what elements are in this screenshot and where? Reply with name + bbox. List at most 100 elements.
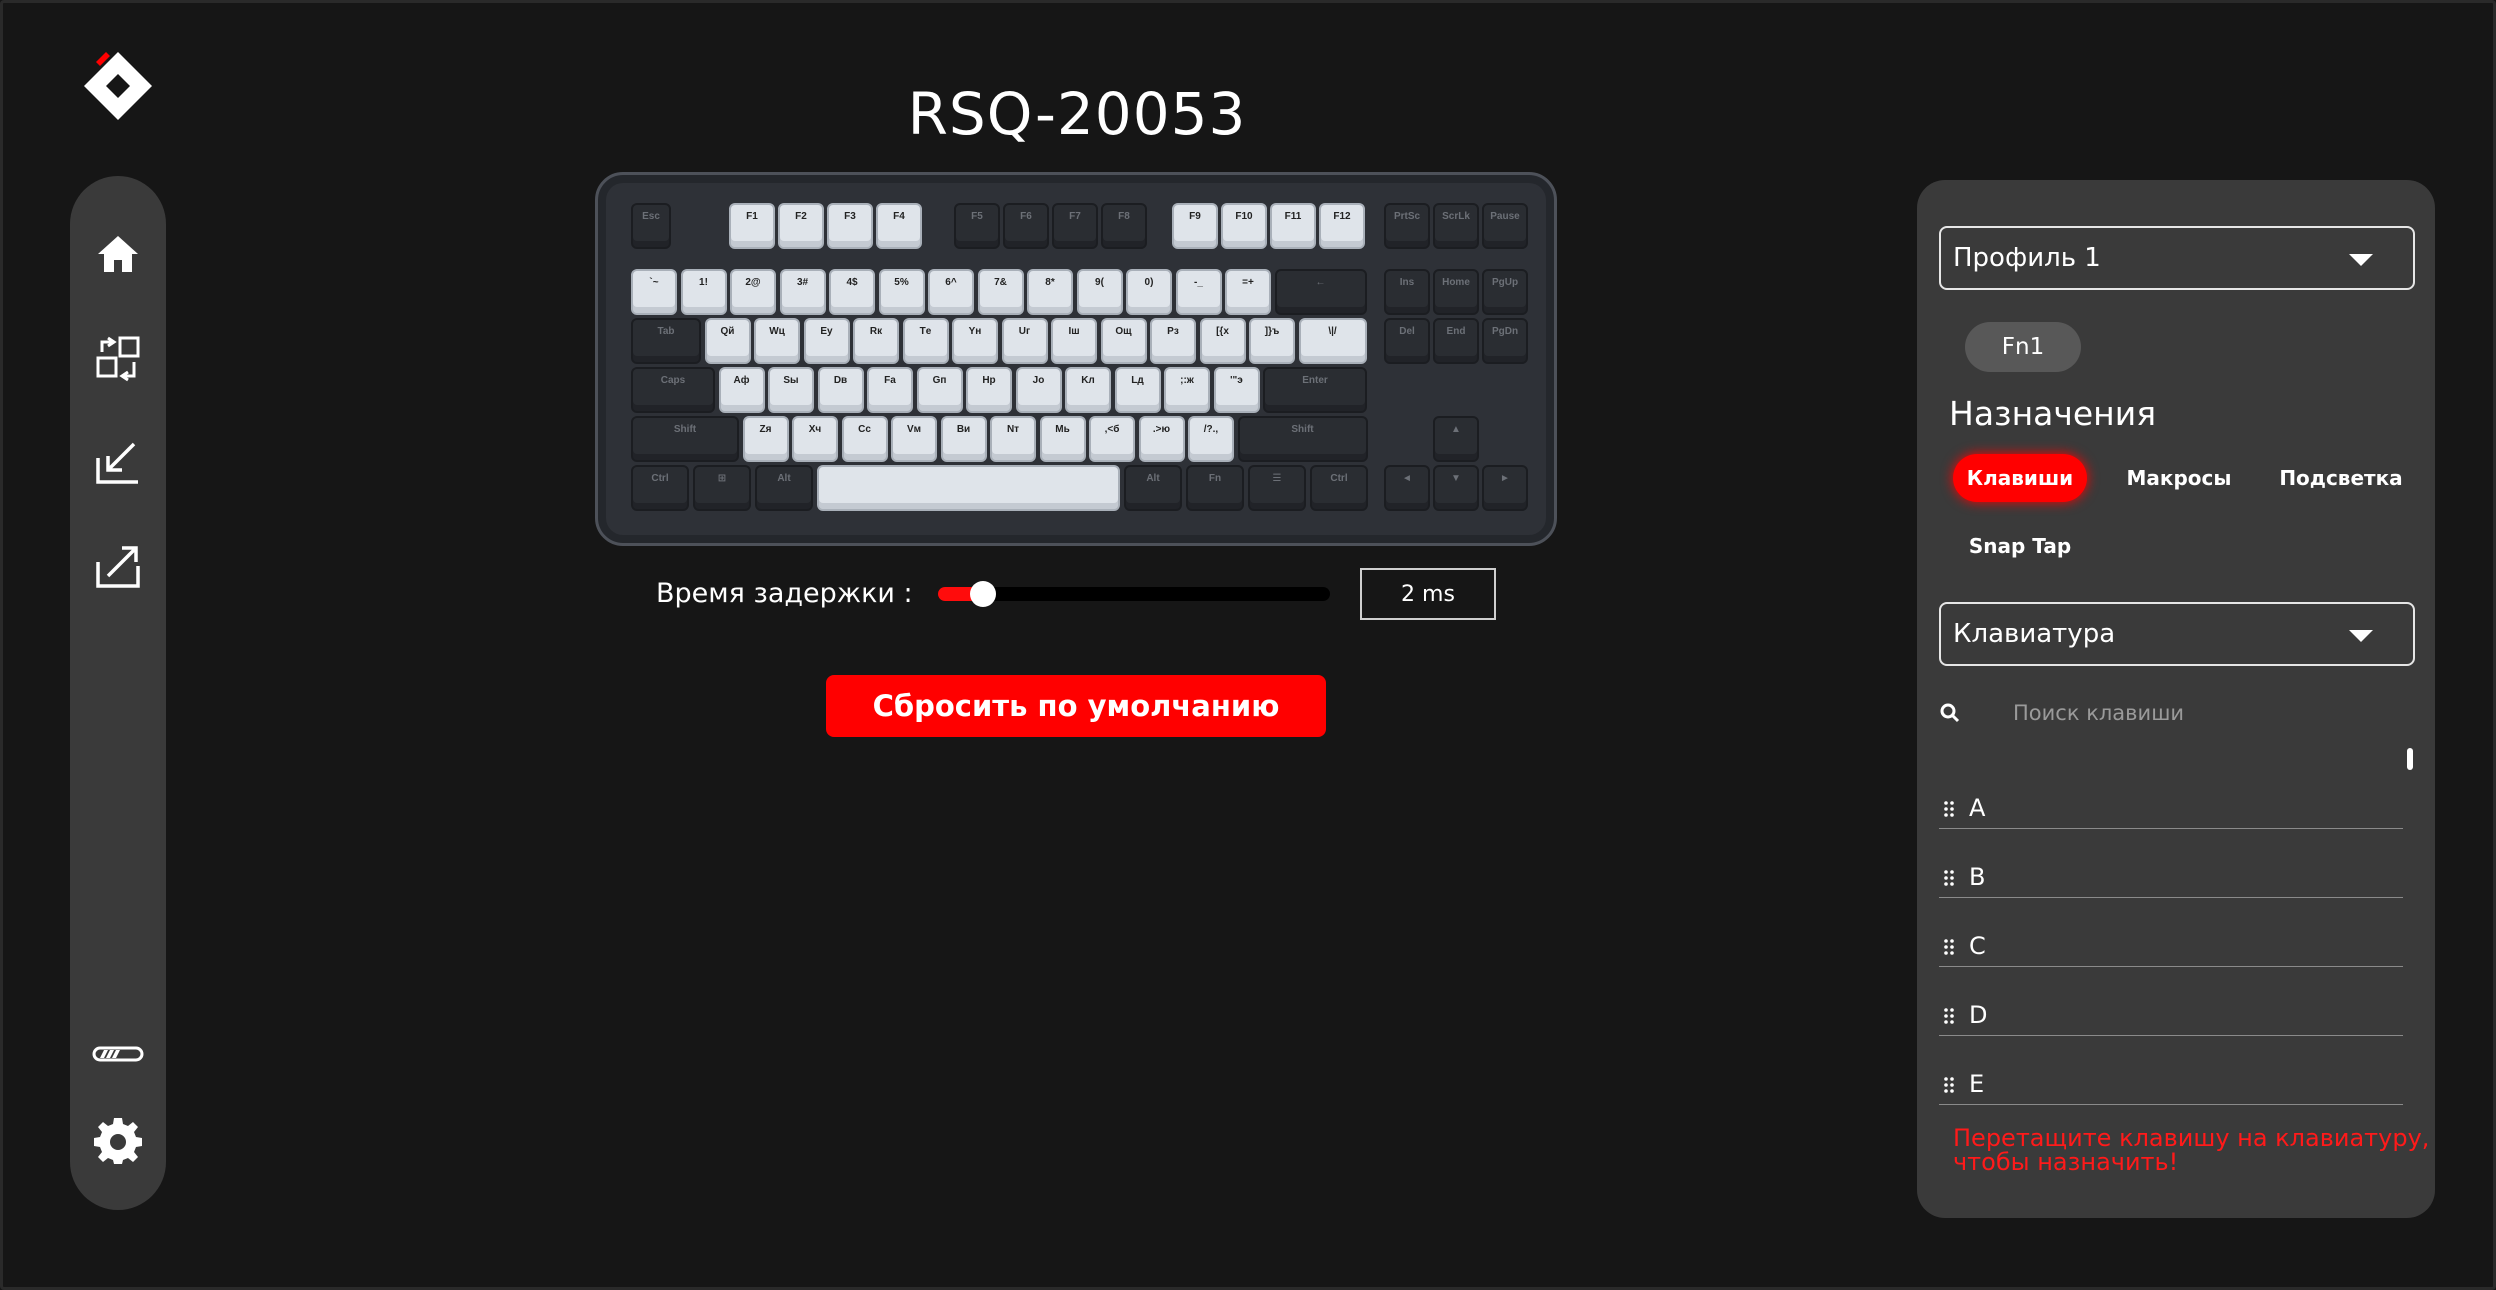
keyboard-key[interactable]: /?., bbox=[1188, 416, 1234, 462]
keyboard-key[interactable]: -_ bbox=[1175, 269, 1222, 315]
keyboard-key[interactable]: F9 bbox=[1172, 203, 1218, 249]
category-select[interactable]: Клавиатура bbox=[1939, 602, 2415, 666]
tab-macros[interactable]: Макросы bbox=[2109, 454, 2249, 502]
keyboard-key[interactable]: Fа bbox=[867, 367, 913, 413]
keyboard-key[interactable]: Alt bbox=[755, 465, 813, 511]
keyboard-key[interactable]: Enter bbox=[1263, 367, 1367, 413]
keyboard-key[interactable]: Tе bbox=[902, 318, 949, 364]
keyboard-key[interactable]: F6 bbox=[1003, 203, 1049, 249]
sidebar-item-settings[interactable] bbox=[90, 1112, 146, 1168]
keyboard-key[interactable]: Uг bbox=[1001, 318, 1048, 364]
keyboard-key[interactable]: Gп bbox=[916, 367, 963, 413]
keyboard-key[interactable]: Oщ bbox=[1100, 318, 1147, 364]
keyboard-key[interactable]: 9( bbox=[1076, 269, 1123, 315]
profile-select[interactable]: Профиль 1 bbox=[1939, 226, 2415, 290]
keyboard-key[interactable]: Dв bbox=[817, 367, 864, 413]
keyboard-key[interactable]: ⊞ bbox=[693, 465, 751, 511]
keyboard-key[interactable]: Hр bbox=[966, 367, 1012, 413]
keyboard-key[interactable]: ]}ъ bbox=[1249, 318, 1295, 364]
keyboard-key[interactable]: Zя bbox=[742, 416, 789, 462]
keyboard-key[interactable]: =+ bbox=[1225, 269, 1271, 315]
keyboard-key[interactable]: 7& bbox=[977, 269, 1024, 315]
keyboard-key[interactable]: Xч bbox=[792, 416, 838, 462]
keyboard-key[interactable]: Qй bbox=[704, 318, 751, 364]
keyboard-key[interactable]: Pause bbox=[1482, 203, 1528, 249]
keyboard-key[interactable]: Lд bbox=[1114, 367, 1161, 413]
keyboard-key[interactable]: 4$ bbox=[829, 269, 875, 315]
keyboard-key[interactable]: Fn bbox=[1186, 465, 1244, 511]
keyboard-key[interactable]: F5 bbox=[954, 203, 1000, 249]
delay-slider[interactable] bbox=[938, 581, 1330, 607]
keyboard-key[interactable]: Bи bbox=[940, 416, 987, 462]
keyboard-key[interactable]: Kл bbox=[1065, 367, 1111, 413]
keyboard-key[interactable]: Ins bbox=[1384, 269, 1430, 315]
keyboard-key[interactable]: Esc bbox=[631, 203, 671, 249]
key-list-item[interactable]: B bbox=[1939, 829, 2403, 898]
keyboard-key[interactable]: Alt bbox=[1124, 465, 1182, 511]
keyboard-key[interactable]: Iш bbox=[1051, 318, 1097, 364]
keyboard-key[interactable]: ☰ bbox=[1248, 465, 1306, 511]
keyboard-key[interactable]: Wц bbox=[754, 318, 800, 364]
keyboard-key[interactable]: F11 bbox=[1270, 203, 1316, 249]
key-list-scrollbar[interactable] bbox=[2407, 748, 2413, 770]
keyboard-key[interactable]: F12 bbox=[1319, 203, 1365, 249]
keyboard-key[interactable]: ← bbox=[1274, 269, 1367, 315]
keyboard-key[interactable]: Shift bbox=[1237, 416, 1368, 462]
keyboard-key[interactable]: Eу bbox=[803, 318, 850, 364]
keyboard-key[interactable]: Aф bbox=[718, 367, 765, 413]
keyboard-key[interactable]: Yн bbox=[952, 318, 998, 364]
keyboard-key[interactable]: ;:ж bbox=[1164, 367, 1210, 413]
keyboard-key[interactable]: 8* bbox=[1027, 269, 1073, 315]
sidebar-item-battery[interactable] bbox=[90, 1026, 146, 1082]
keyboard-key[interactable]: F1 bbox=[729, 203, 775, 249]
keyboard-key[interactable]: [{х bbox=[1199, 318, 1246, 364]
keyboard-key[interactable]: 5% bbox=[878, 269, 925, 315]
keyboard-key[interactable]: Pз bbox=[1150, 318, 1196, 364]
keyboard-key[interactable]: Ctrl bbox=[631, 465, 689, 511]
keyboard-key[interactable]: F2 bbox=[778, 203, 824, 249]
key-list-item[interactable]: C bbox=[1939, 898, 2403, 967]
tab-lighting[interactable]: Подсветка bbox=[2261, 454, 2421, 502]
keyboard-key[interactable]: ◄ bbox=[1384, 465, 1430, 511]
keyboard-key[interactable]: ► bbox=[1482, 465, 1528, 511]
keyboard-key[interactable]: End bbox=[1433, 318, 1479, 364]
reset-default-button[interactable]: Сбросить по умолчанию bbox=[826, 675, 1326, 737]
keyboard-key[interactable]: ▼ bbox=[1433, 465, 1479, 511]
keyboard-key[interactable]: PrtSc bbox=[1384, 203, 1430, 249]
key-list-item[interactable]: A bbox=[1939, 760, 2403, 829]
sidebar-item-import[interactable] bbox=[90, 434, 146, 490]
keyboard-key[interactable]: F7 bbox=[1052, 203, 1098, 249]
keyboard-key[interactable]: Jо bbox=[1015, 367, 1062, 413]
keyboard-key[interactable]: 6^ bbox=[928, 269, 974, 315]
keyboard-key[interactable]: Home bbox=[1433, 269, 1479, 315]
keyboard-key[interactable]: 1! bbox=[680, 269, 727, 315]
keyboard-key[interactable]: Rк bbox=[853, 318, 899, 364]
fn-layer-chip[interactable]: Fn1 bbox=[1965, 322, 2081, 372]
keyboard-key[interactable]: ,<б bbox=[1089, 416, 1135, 462]
keyboard-key[interactable]: F8 bbox=[1101, 203, 1147, 249]
keyboard-key[interactable]: PgUp bbox=[1482, 269, 1528, 315]
key-search-input[interactable] bbox=[2013, 696, 2393, 730]
keyboard-key[interactable]: ScrLk bbox=[1433, 203, 1479, 249]
delay-slider-thumb[interactable] bbox=[970, 581, 997, 607]
keyboard-key[interactable]: .>ю bbox=[1138, 416, 1185, 462]
keyboard-key[interactable]: Shift bbox=[631, 416, 739, 462]
keyboard-key[interactable]: `~ bbox=[631, 269, 677, 315]
keyboard-layout[interactable]: Esc F1 F2 F3 F4 F5 F6 F7 F8 F9 F10 F11 F12 PrtSc ScrLk… bbox=[595, 172, 1557, 546]
sidebar-item-swap-profiles[interactable] bbox=[90, 330, 146, 386]
keyboard-key[interactable]: Sы bbox=[768, 367, 814, 413]
keyboard-key[interactable]: Del bbox=[1384, 318, 1430, 364]
keyboard-key[interactable]: Cс bbox=[841, 416, 888, 462]
keyboard-key[interactable]: PgDn bbox=[1482, 318, 1528, 364]
keyboard-key[interactable] bbox=[817, 465, 1120, 511]
key-list-item[interactable]: D bbox=[1939, 967, 2403, 1036]
keyboard-key[interactable]: Vм bbox=[891, 416, 937, 462]
keyboard-key[interactable]: \|/ bbox=[1298, 318, 1367, 364]
keyboard-key[interactable]: F3 bbox=[827, 203, 873, 249]
keyboard-key[interactable]: 2@ bbox=[730, 269, 776, 315]
keyboard-key[interactable]: 0) bbox=[1126, 269, 1172, 315]
keyboard-key[interactable]: Ctrl bbox=[1310, 465, 1368, 511]
keyboard-key[interactable]: 3# bbox=[779, 269, 826, 315]
sidebar-item-export[interactable] bbox=[90, 538, 146, 594]
keyboard-key[interactable]: F10 bbox=[1221, 203, 1267, 249]
